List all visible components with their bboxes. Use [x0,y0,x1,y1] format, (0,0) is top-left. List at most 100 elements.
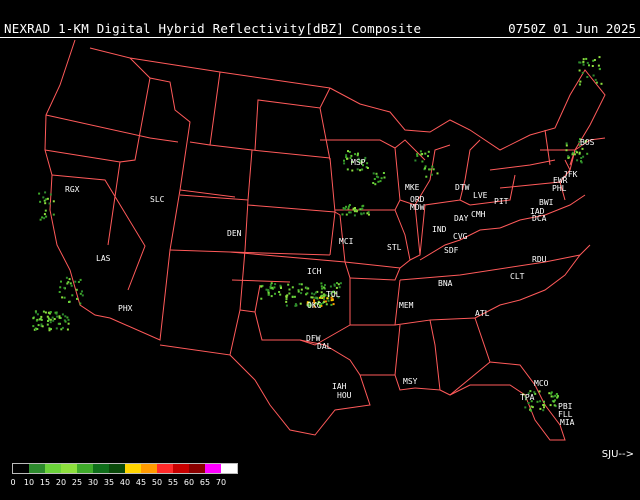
radar-echo [32,317,35,320]
radar-echo [41,216,44,219]
radar-echo [43,213,46,216]
radar-echo [45,215,48,218]
radar-echo [530,405,533,408]
site-label-cvg: CVG [453,232,468,241]
radar-echo [600,82,603,85]
radar-echo [322,286,325,289]
radar-echo [343,159,345,162]
map-title: NEXRAD 1-KM Digital Hybrid Reflectivity[… [4,21,422,36]
radar-echo [373,178,376,180]
radar-echo [524,406,527,409]
radar-echo [271,286,274,289]
dbz-tick: 70 [215,478,227,487]
scale-swatch [13,464,29,473]
site-label-ich: ICH [307,267,322,276]
radar-echo [44,209,47,212]
radar-echo [63,296,66,299]
radar-echo [543,406,545,409]
radar-echo [294,304,297,307]
radar-echo [366,212,369,215]
radar-echo [46,315,49,318]
radar-echo [377,180,380,183]
radar-map[interactable]: RGXSLCDENLASPHXMSPMKEORDMDWDTWLVEPITBOSJ… [0,38,640,463]
scale-swatch [93,464,109,473]
radar-echo [427,150,430,153]
radar-echo [57,322,60,325]
site-label-dtw: DTW [455,183,470,192]
radar-echo [67,322,70,325]
radar-echo [552,395,555,398]
radar-echo [360,213,363,216]
radar-echo [61,313,64,316]
scale-swatch [157,464,173,473]
radar-echo [61,296,64,299]
radar-echo [60,280,62,283]
radar-echo [550,395,553,398]
radar-echo [324,300,327,303]
radar-echo [35,319,38,322]
radar-echo [288,288,291,291]
site-label-clt: CLT [510,272,525,281]
scale-swatch [141,464,157,473]
radar-echo [49,311,52,314]
radar-echo [555,393,558,395]
dbz-tick: 35 [103,478,115,487]
radar-echo [383,176,386,179]
radar-echo [47,320,49,322]
scale-swatch [61,464,77,473]
radar-echo [586,61,589,64]
radar-echo [581,147,584,150]
header: NEXRAD 1-KM Digital Hybrid Reflectivity[… [0,0,640,36]
sju-label[interactable]: SJU--> [602,449,634,460]
radar-echo [578,151,581,154]
radar-echo [345,156,348,159]
radar-echo [285,300,288,303]
radar-echo [542,400,545,403]
radar-echo [579,80,582,83]
site-label-sdf: SDF [444,246,459,255]
site-label-msy: MSY [403,377,418,386]
radar-echo [306,292,309,295]
site-label-tul: TUL [326,290,341,299]
radar-echo [64,320,67,323]
radar-echo [361,207,364,210]
radar-echo [344,207,347,210]
radar-echo [285,298,288,301]
radar-echo [345,213,348,216]
radar-echo [323,295,326,298]
radar-echo [549,404,552,407]
radar-echo [580,161,583,164]
radar-echo [576,151,578,154]
dbz-legend: 0 10 15 20 25 30 35 40 45 50 55 60 65 70 SJU--> [0,449,640,500]
radar-echo [35,311,37,314]
radar-echo [542,409,545,412]
radar-echo [380,177,383,180]
radar-echo [432,168,435,171]
radar-echo [536,400,539,403]
radar-echo [288,292,291,295]
site-label-lve: LVE [473,191,488,200]
radar-echo [48,202,51,205]
radar-echo [40,315,43,318]
radar-echo [425,175,428,178]
radar-echo [366,167,369,169]
radar-echo [431,165,434,168]
radar-echo [37,324,40,327]
radar-echo [337,283,340,286]
radar-echo [68,278,71,281]
radar-echo [41,325,44,328]
radar-echo [539,400,542,403]
radar-echo [420,153,423,156]
radar-echo [299,302,302,305]
radar-echo [68,301,70,303]
site-label-mci: MCI [339,237,354,246]
radar-echo [321,287,324,290]
scale-swatch [29,464,45,473]
radar-echo [58,291,61,293]
radar-echo [44,202,47,205]
radar-echo [347,207,350,210]
radar-echo [582,60,585,63]
radar-echo [565,144,568,147]
radar-echo [588,64,590,67]
radar-echo [270,295,273,298]
